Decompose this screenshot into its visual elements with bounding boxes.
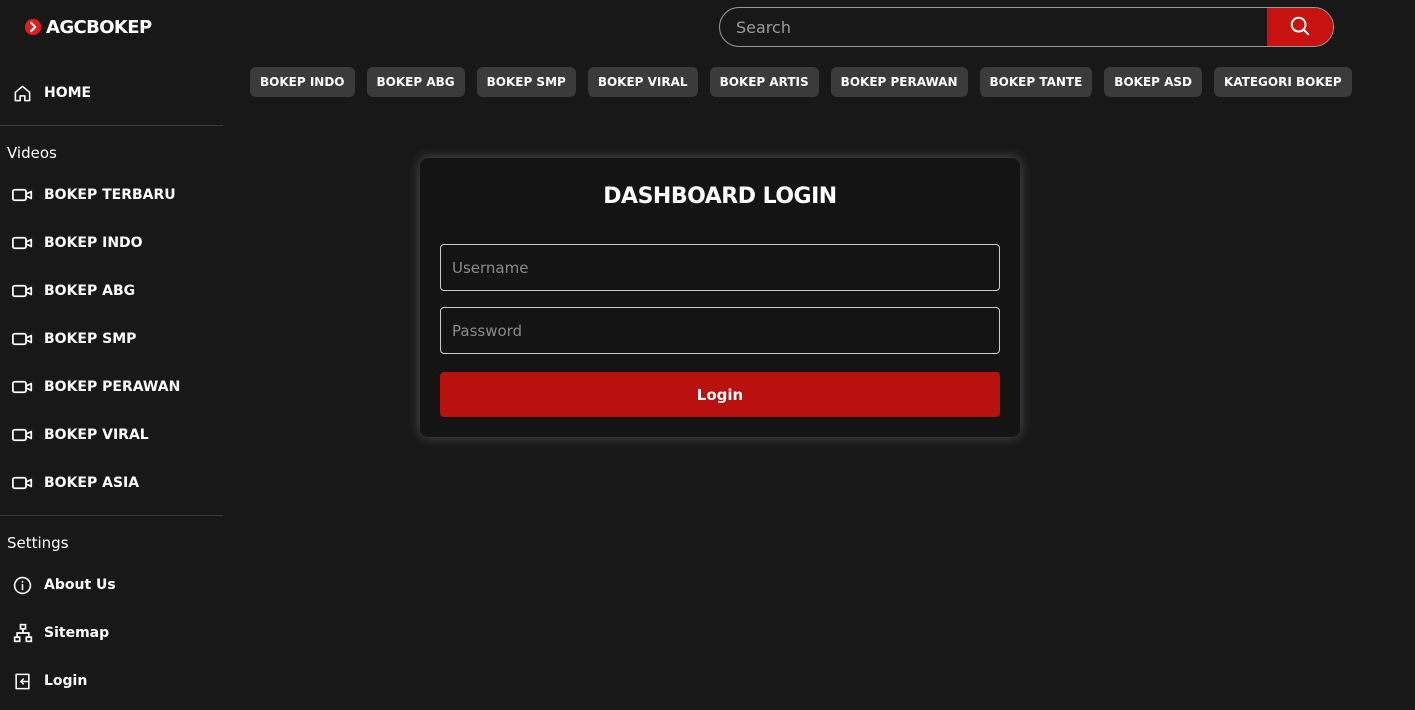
sidebar-item-bokep-perawan[interactable]: BOKEP PERAWAN <box>12 375 180 399</box>
sidebar-item-home[interactable]: HOME <box>12 81 91 105</box>
video-camera-icon <box>12 473 33 494</box>
sitemap-icon <box>12 623 33 644</box>
sidebar-item-login[interactable]: Login <box>12 669 87 693</box>
search-input[interactable] <box>720 8 1267 46</box>
sidebar-item-label: BOKEP VIRAL <box>44 427 149 443</box>
sidebar-item-about-us[interactable]: About Us <box>12 573 116 597</box>
videos-section-title: Videos <box>7 144 57 162</box>
site-logo[interactable]: AGCBOKEP <box>24 16 152 38</box>
sidebar-item-label: BOKEP ASIA <box>44 475 140 491</box>
sidebar: HOME Videos BOKEP TERBARU BOKEP INDO BOK… <box>0 0 223 710</box>
category-chip[interactable]: BOKEP ASD <box>1104 67 1203 97</box>
search-icon <box>1289 15 1311 40</box>
sidebar-item-label: BOKEP TERBARU <box>44 187 176 203</box>
sidebar-item-label: HOME <box>44 85 92 101</box>
sidebar-item-bokep-abg[interactable]: BOKEP ABG <box>12 279 135 303</box>
login-icon <box>12 671 33 692</box>
search-button[interactable] <box>1267 8 1333 46</box>
sidebar-item-label: BOKEP SMP <box>44 331 137 347</box>
login-title: DASHBOARD LOGIN <box>603 184 837 209</box>
sidebar-divider <box>0 125 223 126</box>
sidebar-item-bokep-smp[interactable]: BOKEP SMP <box>12 327 136 351</box>
category-chip[interactable]: BOKEP INDO <box>250 67 355 97</box>
video-camera-icon <box>12 377 33 398</box>
video-camera-icon <box>12 329 33 350</box>
category-chip[interactable]: BOKEP VIRAL <box>587 67 698 97</box>
sidebar-item-label: BOKEP PERAWAN <box>44 379 181 395</box>
settings-section-title: Settings <box>7 534 69 552</box>
category-chip[interactable]: BOKEP ARTIS <box>709 67 819 97</box>
info-icon <box>12 575 33 596</box>
category-chip[interactable]: BOKEP PERAWAN <box>830 67 968 97</box>
login-card: DASHBOARD LOGIN Login <box>420 158 1020 437</box>
sidebar-item-label: About Us <box>44 577 116 593</box>
video-camera-icon <box>12 281 33 302</box>
sidebar-item-label: Sitemap <box>44 625 110 641</box>
sidebar-divider <box>0 515 223 516</box>
sidebar-item-bokep-terbaru[interactable]: BOKEP TERBARU <box>12 183 176 207</box>
play-circle-icon <box>24 18 42 36</box>
category-chip[interactable]: BOKEP SMP <box>476 67 576 97</box>
sidebar-item-sitemap[interactable]: Sitemap <box>12 621 109 645</box>
page: HOME Videos BOKEP TERBARU BOKEP INDO BOK… <box>0 0 1415 710</box>
sidebar-item-bokep-asia[interactable]: BOKEP ASIA <box>12 471 139 495</box>
category-chip[interactable]: BOKEP ABG <box>366 67 465 97</box>
password-field[interactable] <box>440 307 1000 354</box>
video-camera-icon <box>12 425 33 446</box>
home-icon <box>12 83 33 104</box>
sidebar-item-label: BOKEP ABG <box>44 283 136 299</box>
sidebar-item-bokep-viral[interactable]: BOKEP VIRAL <box>12 423 149 447</box>
login-button[interactable]: Login <box>440 372 1000 417</box>
video-camera-icon <box>12 185 33 206</box>
search-bar <box>719 7 1334 47</box>
video-camera-icon <box>12 233 33 254</box>
category-chip[interactable]: BOKEP TANTE <box>979 67 1093 97</box>
brand-name: AGCBOKEP <box>46 16 152 38</box>
category-chip[interactable]: KATEGORI BOKEP <box>1214 67 1352 97</box>
sidebar-item-label: Login <box>44 673 88 689</box>
sidebar-item-bokep-indo[interactable]: BOKEP INDO <box>12 231 143 255</box>
sidebar-item-label: BOKEP INDO <box>44 235 143 251</box>
category-chips: BOKEP INDO BOKEP ABG BOKEP SMP BOKEP VIR… <box>250 67 1352 97</box>
username-field[interactable] <box>440 244 1000 291</box>
